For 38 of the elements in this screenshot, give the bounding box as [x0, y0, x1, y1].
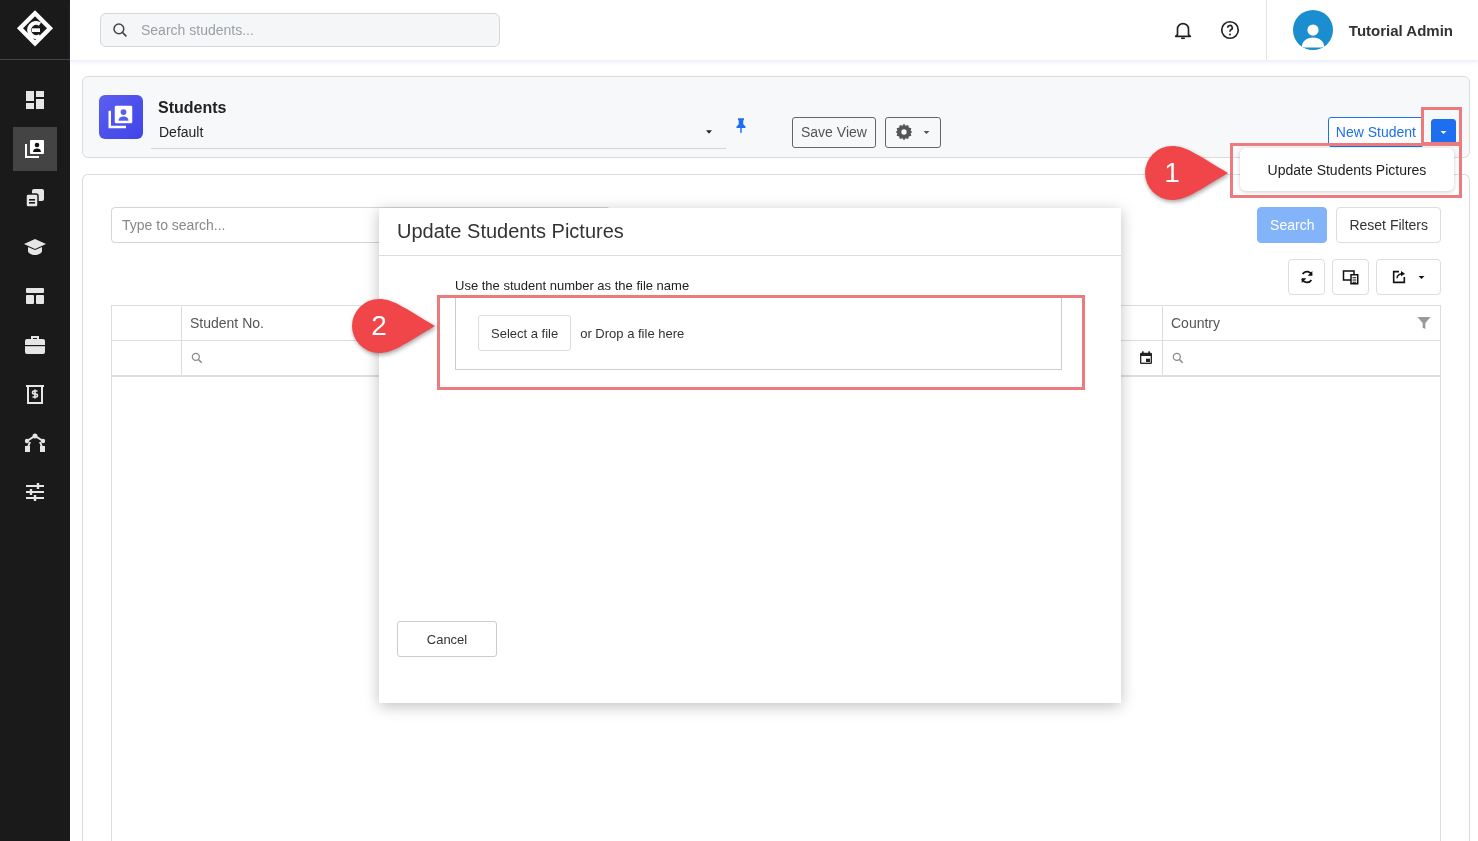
menu-item[interactable]: Update Students Pictures [1259, 157, 1435, 182]
view-select[interactable]: Default [151, 121, 726, 149]
sliders-icon [23, 480, 47, 504]
invoice-icon [23, 382, 47, 406]
dropdown-toggle[interactable] [1431, 119, 1456, 145]
user-name[interactable]: Tutorial Admin [1348, 21, 1453, 39]
settings-icon [894, 122, 915, 142]
briefcase-icon [23, 333, 47, 357]
refresh-button[interactable] [1288, 259, 1325, 295]
sidebar-item[interactable] [13, 127, 57, 171]
columns-button[interactable] [1332, 259, 1369, 295]
column-title: Student No. [190, 315, 264, 331]
drop-text: or Drop a file here [580, 325, 685, 341]
filter-icon[interactable] [1416, 315, 1432, 331]
upload-dropzone[interactable]: Select a file or Drop a file here [455, 296, 1062, 370]
hint-text: Use the student number as the file name [455, 278, 691, 293]
contacts-icon [23, 137, 47, 161]
network-icon [23, 431, 47, 455]
settings-button[interactable] [884, 116, 941, 148]
export-button[interactable] [1376, 259, 1441, 295]
search-icon [1171, 351, 1185, 365]
calendar-icon[interactable] [1138, 350, 1154, 366]
save-view-button[interactable]: Save View [792, 116, 876, 148]
avatar[interactable] [1292, 10, 1333, 50]
cancel-button[interactable]: Cancel [397, 621, 497, 657]
reset-filters-button[interactable]: Reset Filters [1336, 207, 1441, 243]
dashboard-icon [23, 88, 47, 112]
search-field[interactable]: Search students... [100, 13, 500, 47]
export-icon [1391, 269, 1407, 285]
search-icon [190, 351, 204, 365]
column-title: Country [1171, 315, 1221, 331]
documents-icon [23, 186, 47, 210]
column-header[interactable]: Country [1163, 306, 1440, 340]
page-title: Students [157, 99, 228, 117]
select-file-button[interactable]: Select a file [478, 315, 572, 351]
columns-icon [1341, 268, 1360, 286]
help-icon[interactable] [1218, 19, 1241, 41]
search-icon [111, 21, 129, 39]
